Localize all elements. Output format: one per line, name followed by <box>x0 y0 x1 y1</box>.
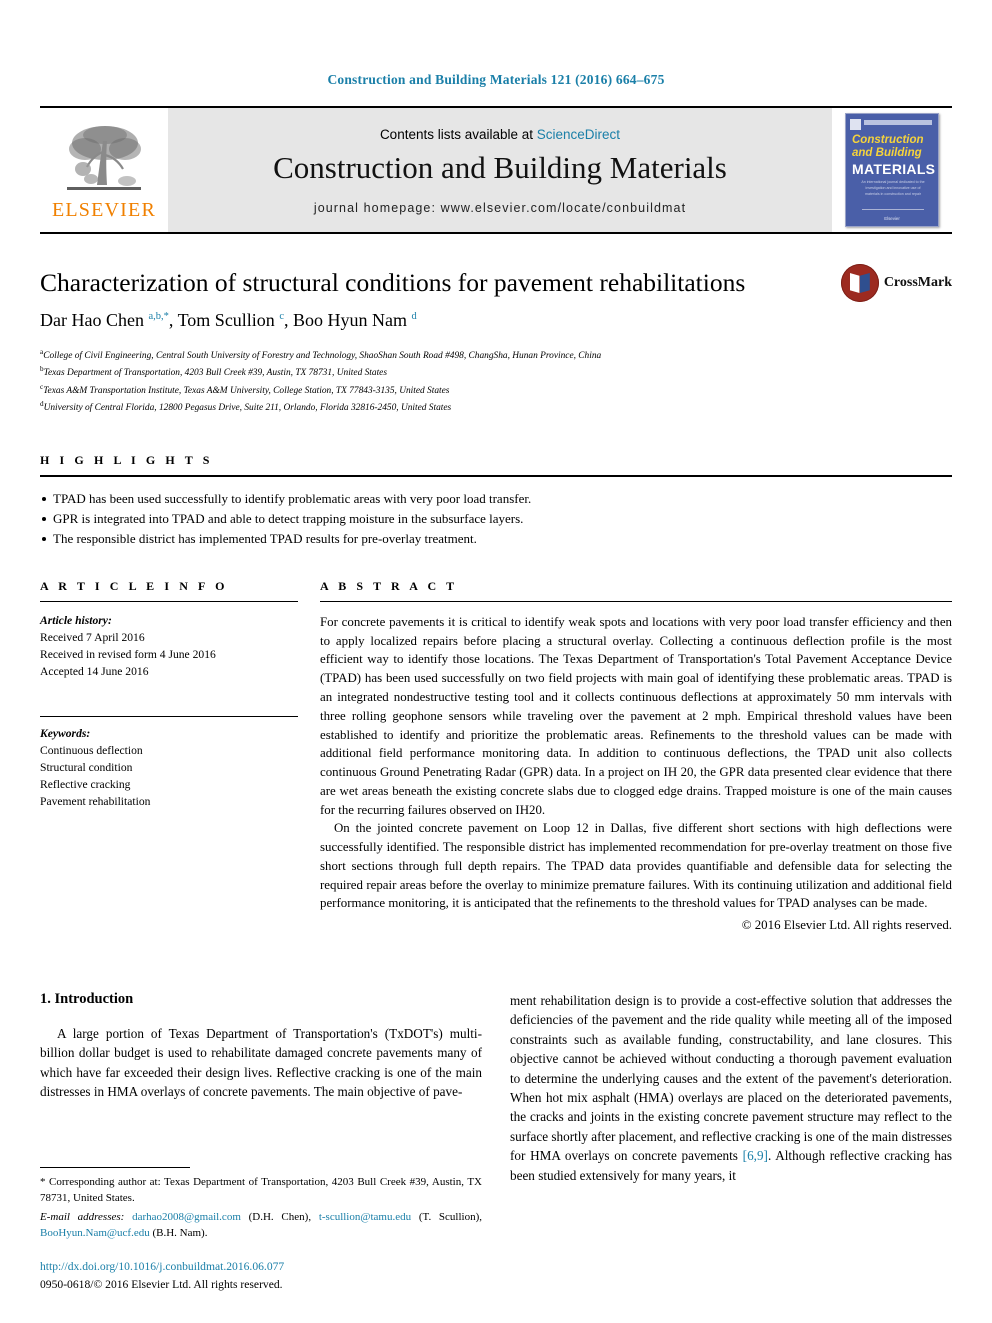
history-item: Received 7 April 2016 <box>40 631 145 645</box>
running-head: Construction and Building Materials 121 … <box>327 72 665 87</box>
email-owner: (T. Scullion) <box>418 1211 480 1224</box>
body-column-left: 1. Introduction A large portion of Texas… <box>40 991 482 1185</box>
crossmark-badge[interactable]: CrossMark <box>840 264 952 302</box>
keywords-block: Keywords: Continuous deflection Structur… <box>40 707 298 811</box>
affiliation-list: aCollege of Civil Engineering, Central S… <box>40 347 952 416</box>
journal-cover-thumbnail: Construction and Building MATERIALS An i… <box>832 108 952 232</box>
affiliation-text: Texas Department of Transportation, 4203… <box>43 368 387 379</box>
abstract-paragraph: For concrete pavements it is critical to… <box>320 614 952 817</box>
journal-homepage-link[interactable]: journal homepage: www.elsevier.com/locat… <box>314 201 686 215</box>
keyword-item: Structural condition <box>40 760 133 774</box>
footnote-block: * Corresponding author at: Texas Departm… <box>40 1167 482 1293</box>
cover-image: Construction and Building MATERIALS An i… <box>845 113 939 227</box>
contents-prefix: Contents lists available at <box>379 127 537 143</box>
citation-link[interactable]: [6,9] <box>743 1148 768 1163</box>
elsevier-logo: ELSEVIER <box>40 108 168 232</box>
highlights-section: H I G H L I G H T S TPAD has been used s… <box>40 453 952 549</box>
masthead-center: Contents lists available at ScienceDirec… <box>168 108 832 232</box>
elsevier-wordmark: ELSEVIER <box>51 198 157 221</box>
keyword-item: Pavement rehabilitation <box>40 795 151 809</box>
highlights-list: TPAD has been used successfully to ident… <box>40 477 952 549</box>
abstract-heading: A B S T R A C T <box>320 578 458 593</box>
keywords-body: Keywords: Continuous deflection Structur… <box>40 725 298 811</box>
keyword-item: Reflective cracking <box>40 778 131 792</box>
title-block: Characterization of structural condition… <box>40 264 952 331</box>
keyword-item: Continuous deflection <box>40 743 143 757</box>
affiliation-text: University of Central Florida, 12800 Peg… <box>43 403 452 414</box>
affiliation-item: cTexas A&M Transportation Institute, Tex… <box>40 382 952 399</box>
cover-divider <box>862 209 924 210</box>
journal-title: Construction and Building Materials <box>273 150 727 186</box>
email-addresses-note: E-mail addresses: darhao2008@gmail.com (… <box>40 1211 483 1240</box>
cover-top-bar <box>864 120 932 125</box>
highlights-heading: H I G H L I G H T S <box>40 452 213 467</box>
cover-line-2: and Building <box>852 147 922 159</box>
doi-block: http://dx.doi.org/10.1016/j.conbuildmat.… <box>40 1258 482 1293</box>
crossmark-icon <box>840 264 879 302</box>
email-link[interactable]: BooHyun.Nam@ucf.edu <box>40 1227 150 1239</box>
section-heading-introduction: 1. Introduction <box>40 990 134 1007</box>
body-column-right: ment rehabilitation design is to provide… <box>510 991 952 1185</box>
article-history-block: Article history: Received 7 April 2016 R… <box>40 602 298 681</box>
keywords-label: Keywords: <box>40 726 91 740</box>
history-item: Accepted 14 June 2016 <box>40 665 149 679</box>
affiliation-text: Texas A&M Transportation Institute, Texa… <box>43 385 450 396</box>
list-item: GPR is integrated into TPAD and able to … <box>40 509 952 529</box>
email-owner: (B.H. Nam) <box>152 1227 205 1240</box>
abstract-paragraph: On the jointed concrete pavement on Loop… <box>320 821 952 911</box>
crossmark-label: CrossMark <box>883 275 952 290</box>
abstract-section: A B S T R A C T For concrete pavements i… <box>320 579 952 935</box>
article-info-section: A R T I C L E I N F O Article history: R… <box>40 579 298 935</box>
cover-line-3: MATERIALS <box>852 161 936 177</box>
article-page: Construction and Building Materials 121 … <box>0 0 992 1323</box>
issn-copyright-line: 0950-0618/© 2016 Elsevier Ltd. All right… <box>40 1277 283 1291</box>
article-info-heading: A R T I C L E I N F O <box>40 578 229 593</box>
affiliation-item: bTexas Department of Transportation, 420… <box>40 364 952 381</box>
sciencedirect-link[interactable]: ScienceDirect <box>537 127 620 142</box>
page-title: Characterization of structural condition… <box>40 268 746 297</box>
history-item: Received in revised form 4 June 2016 <box>40 648 216 662</box>
keywords-rule <box>40 715 298 717</box>
list-item: TPAD has been used successfully to ident… <box>40 489 952 509</box>
doi-link[interactable]: http://dx.doi.org/10.1016/j.conbuildmat.… <box>40 1258 482 1275</box>
contents-available-line: Contents lists available at ScienceDirec… <box>380 127 620 142</box>
article-history-label: Article history: <box>40 613 112 627</box>
body-text-pre: ment rehabilitation design is to provide… <box>510 992 952 1164</box>
elsevier-tree-icon <box>61 121 147 199</box>
cover-footer: Elsevier <box>884 216 900 221</box>
abstract-body: For concrete pavements it is critical to… <box>320 602 952 935</box>
footnote-rule <box>40 1167 190 1169</box>
affiliation-item: dUniversity of Central Florida, 12800 Pe… <box>40 399 952 416</box>
email-owner: (D.H. Chen) <box>248 1211 309 1224</box>
body-paragraph-left: A large portion of Texas Department of T… <box>40 1025 482 1100</box>
cover-publisher-mark <box>850 119 861 130</box>
affiliation-text: College of Civil Engineering, Central So… <box>43 351 602 362</box>
email-label: E-mail addresses: <box>40 1211 125 1224</box>
body-columns: 1. Introduction A large portion of Texas… <box>40 991 952 1185</box>
info-abstract-row: A R T I C L E I N F O Article history: R… <box>40 579 952 935</box>
affiliation-item: aCollege of Civil Engineering, Central S… <box>40 347 952 364</box>
author-list: Dar Hao Chen a,b,*, Tom Scullion c, Boo … <box>40 310 417 331</box>
list-item: The responsible district has implemented… <box>40 529 952 549</box>
corresponding-author-note: * Corresponding author at: Texas Departm… <box>40 1176 482 1205</box>
email-link[interactable]: t-scullion@tamu.edu <box>319 1211 411 1223</box>
cover-line-1: Construction <box>852 134 924 146</box>
body-paragraph-right: ment rehabilitation design is to provide… <box>510 991 952 1185</box>
abstract-copyright: © 2016 Elsevier Ltd. All rights reserved… <box>741 918 952 933</box>
journal-masthead: ELSEVIER Contents lists available at Sci… <box>40 106 952 234</box>
email-link[interactable]: darhao2008@gmail.com <box>132 1211 241 1223</box>
cover-blurb: An international journal dedicated to th… <box>861 180 925 196</box>
